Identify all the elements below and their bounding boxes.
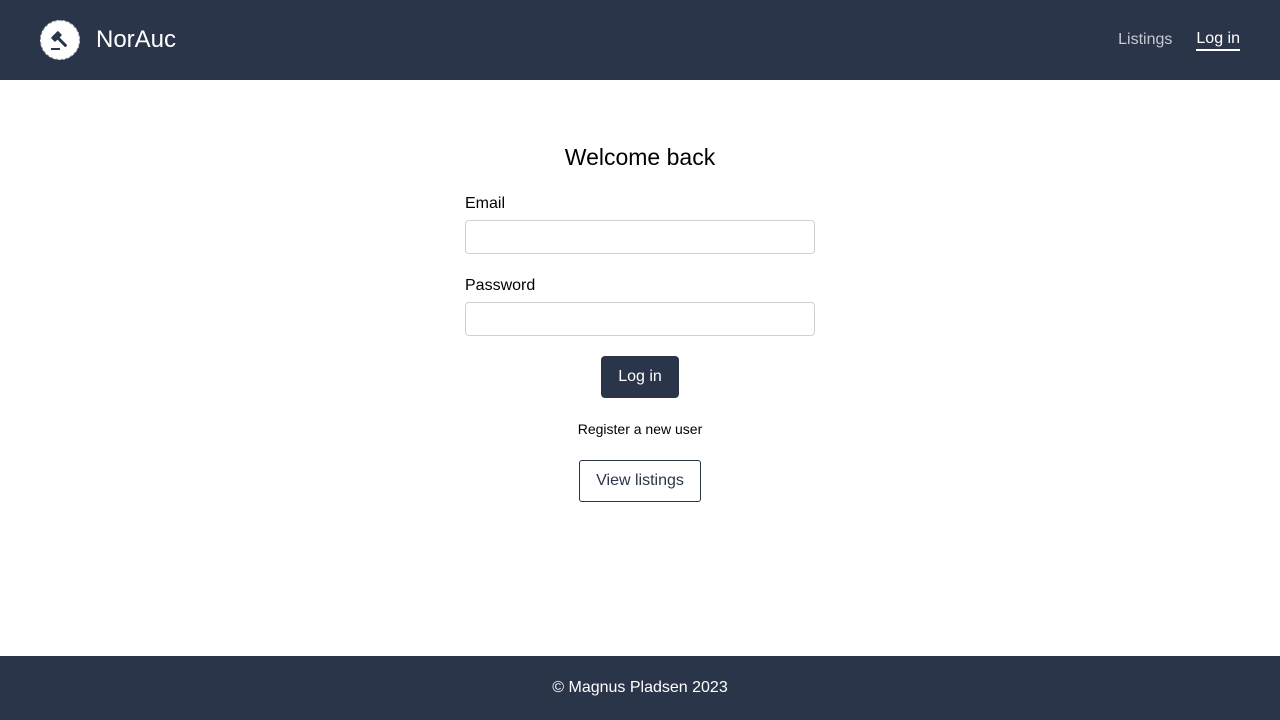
top-navbar: NorAuc Listings Log in [0, 0, 1280, 80]
password-field[interactable] [465, 302, 815, 336]
email-label: Email [465, 195, 506, 212]
register-link[interactable]: Register a new user [465, 420, 815, 438]
footer: © Magnus Pladsen 2023 [0, 656, 1280, 720]
nav-link-listings[interactable]: Listings [1118, 30, 1172, 50]
main-content: Welcome back Email Password Log in Regis… [0, 80, 1280, 656]
view-listings-button[interactable]: View listings [579, 460, 701, 502]
nav-link-login[interactable]: Log in [1196, 29, 1240, 51]
gavel-icon [40, 20, 80, 60]
brand-link[interactable]: NorAuc [40, 20, 176, 60]
email-field[interactable] [465, 220, 815, 254]
password-label: Password [465, 277, 536, 294]
login-form: Welcome back Email Password Log in Regis… [465, 142, 815, 502]
page-title: Welcome back [564, 144, 716, 170]
nav-links: Listings Log in [1094, 29, 1240, 51]
copyright-text: © Magnus Pladsen 2023 [552, 679, 728, 696]
brand-name: NorAuc [96, 26, 177, 53]
login-button[interactable]: Log in [601, 356, 679, 398]
